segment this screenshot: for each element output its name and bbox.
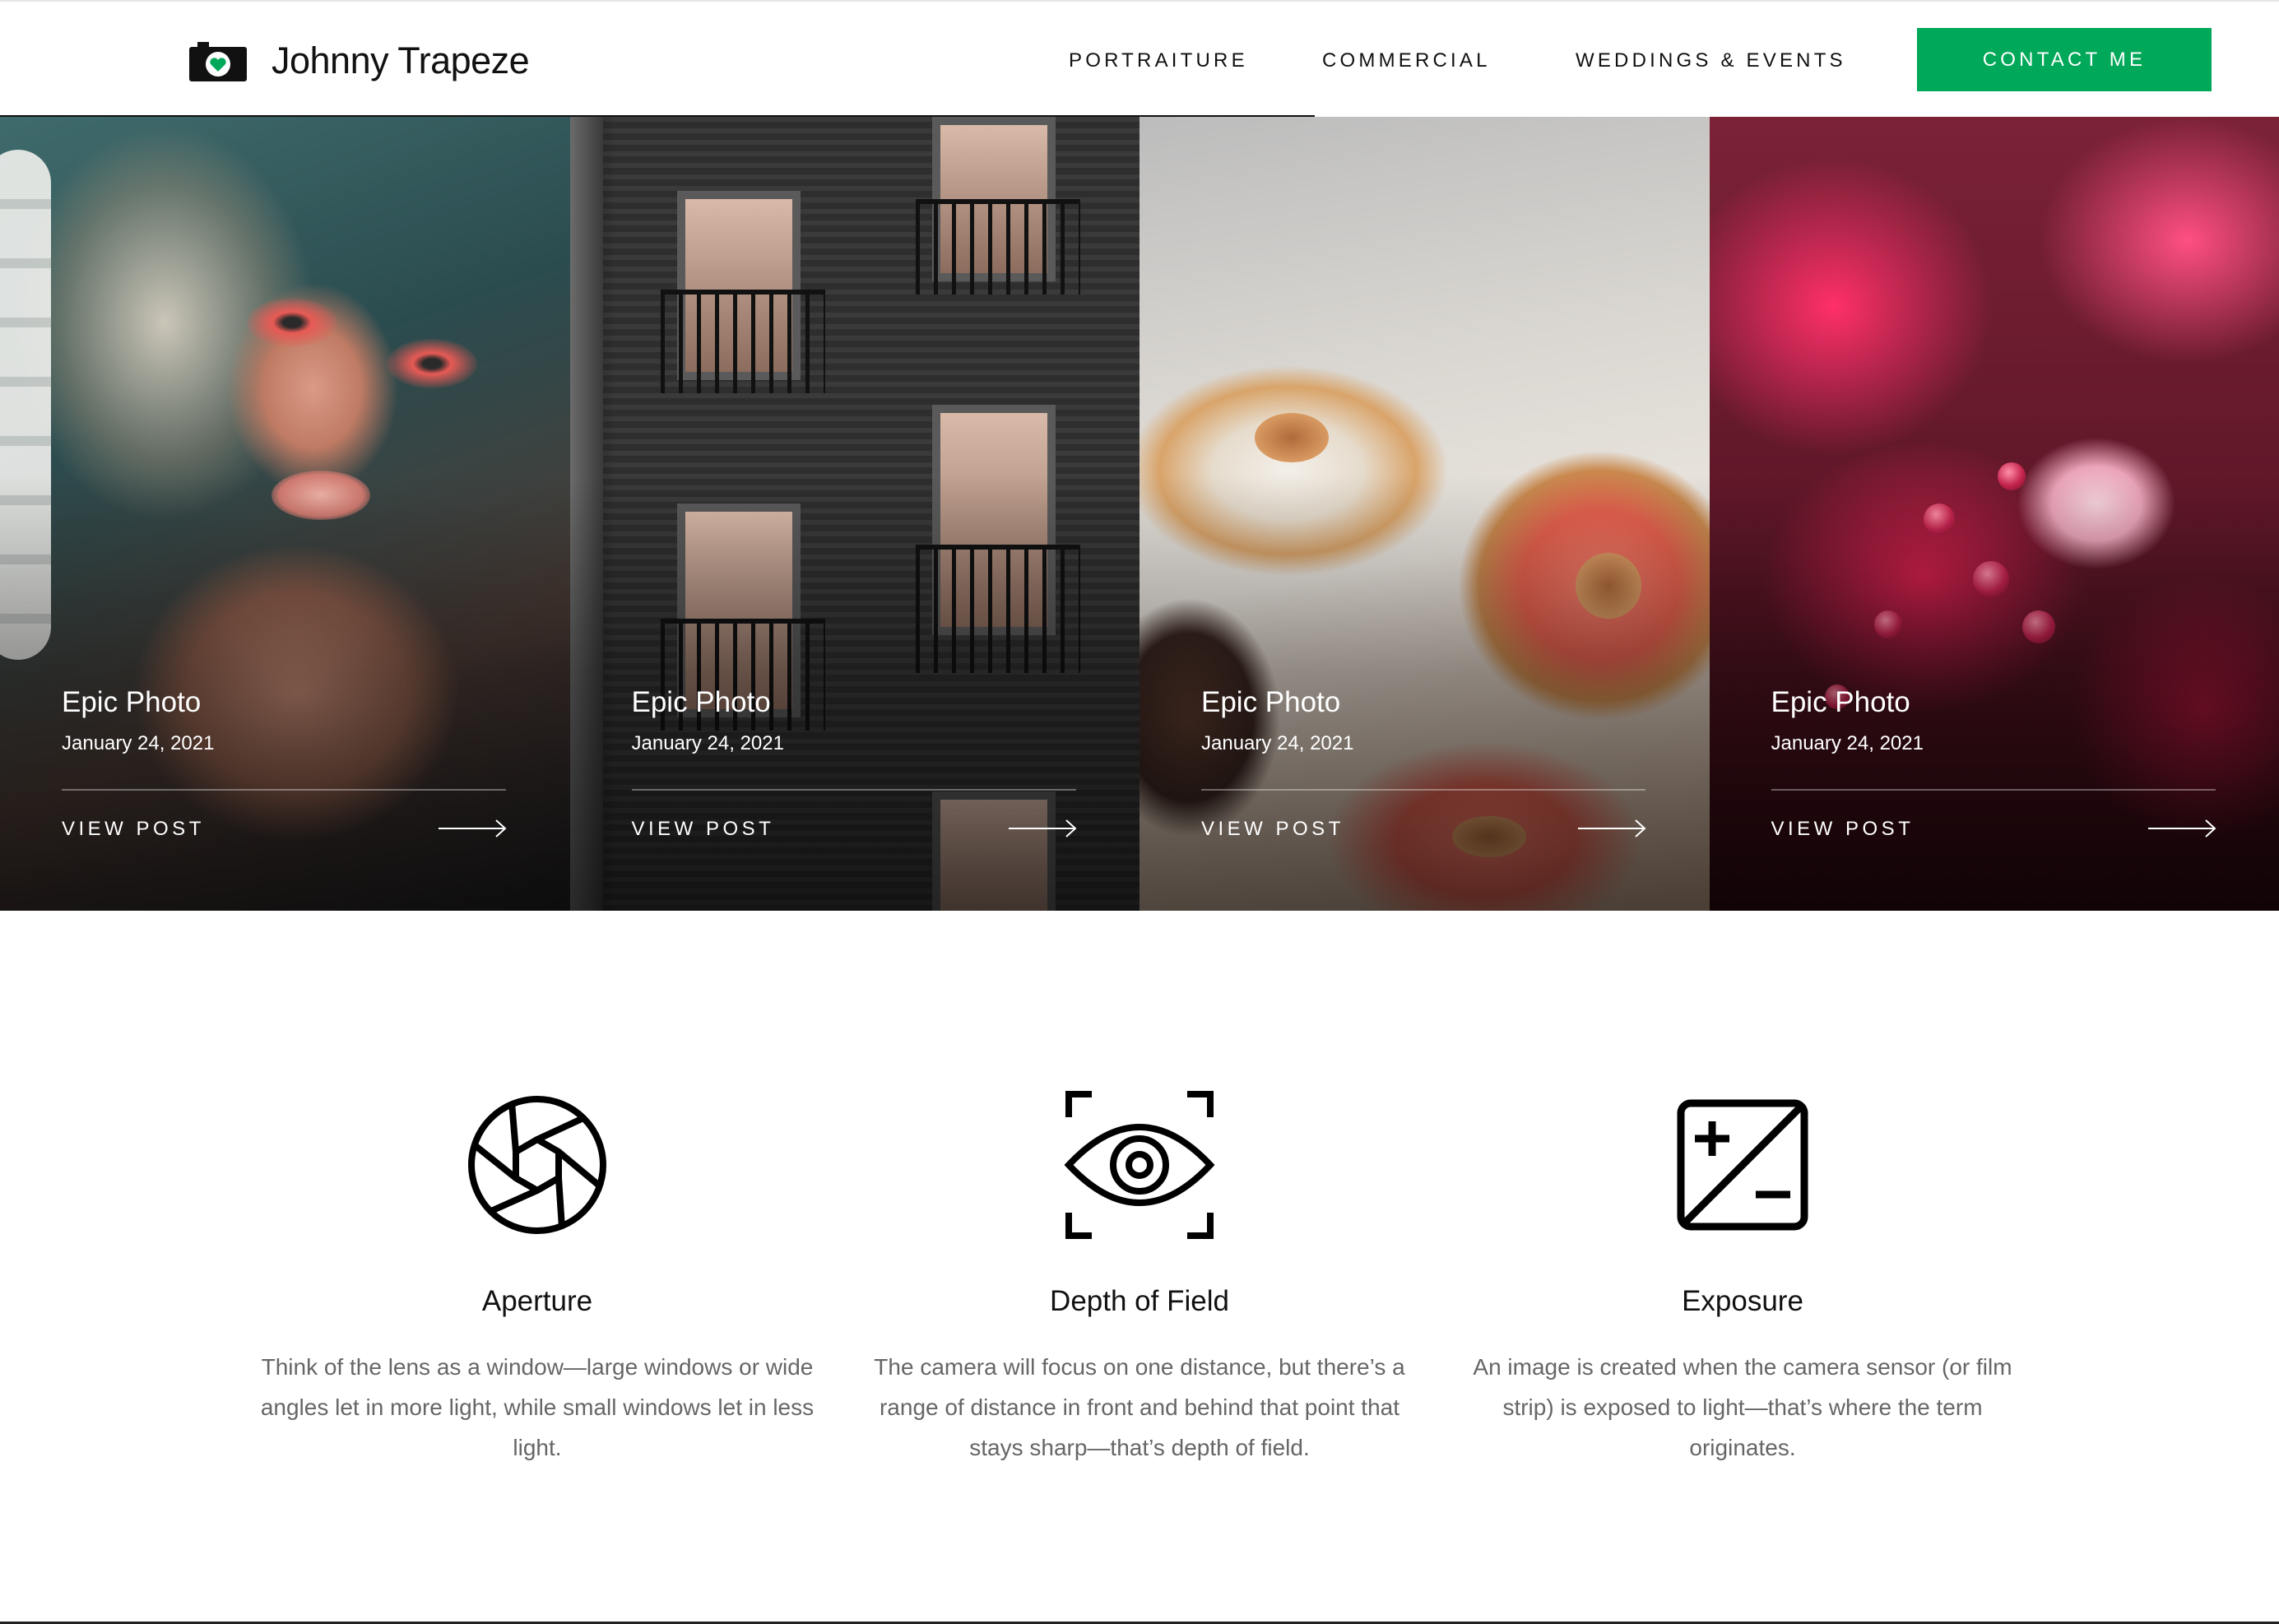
post-date: January 24, 2021: [1201, 732, 1354, 754]
divider: [62, 789, 506, 791]
arrow-right-icon[interactable]: [439, 819, 508, 838]
arrow-right-icon[interactable]: [2147, 819, 2217, 838]
feature-title: Depth of Field: [1050, 1285, 1229, 1317]
post-title[interactable]: Epic Photo: [1771, 686, 1910, 719]
view-post-link[interactable]: VIEW POST: [62, 818, 205, 841]
logo[interactable]: [189, 38, 247, 84]
feature-description: Think of the lens as a window—large wind…: [260, 1354, 815, 1460]
view-post-link[interactable]: VIEW POST: [632, 818, 775, 841]
arrow-right-icon[interactable]: [1008, 819, 1078, 838]
photo-gallery: Epic Photo January 24, 2021 VIEW POST Ep…: [0, 117, 2279, 911]
divider: [631, 789, 1076, 791]
arrow-right-icon[interactable]: [1578, 819, 1647, 838]
post-title[interactable]: Epic Photo: [62, 686, 201, 719]
divider: [1201, 789, 1645, 791]
aperture-icon: [468, 1096, 606, 1234]
post-card[interactable]: Epic Photo January 24, 2021 VIEW POST: [0, 117, 570, 911]
nav-portraiture[interactable]: PORTRAITURE: [1069, 49, 1248, 72]
camera-heart-icon: [189, 42, 247, 81]
feature-title: Aperture: [481, 1285, 593, 1317]
brand-name[interactable]: Johnny Trapeze: [272, 39, 530, 82]
post-date: January 24, 2021: [62, 732, 215, 754]
contact-me-button[interactable]: CONTACT ME: [1917, 28, 2212, 91]
post-date: January 24, 2021: [1771, 732, 1924, 754]
eye-focus-icon: [1064, 1091, 1215, 1239]
view-post-link[interactable]: VIEW POST: [1201, 818, 1344, 841]
post-title[interactable]: Epic Photo: [632, 686, 771, 719]
site-header: Johnny Trapeze PORTRAITURE COMMERCIAL WE…: [0, 0, 2279, 118]
exposure-icon: [1677, 1099, 1808, 1231]
feature-depth-of-field: Depth of Field The camera will focus on …: [852, 1091, 1427, 1460]
view-post-link[interactable]: VIEW POST: [1771, 818, 1915, 841]
post-card[interactable]: Epic Photo January 24, 2021 VIEW POST: [569, 117, 1140, 911]
divider: [1771, 789, 2216, 791]
feature-description: An image is created when the camera sens…: [1473, 1354, 2012, 1460]
nav-weddings-events[interactable]: WEDDINGS & EVENTS: [1576, 49, 1846, 72]
post-date: January 24, 2021: [631, 732, 784, 754]
feature-aperture: Aperture Think of the lens as a window—l…: [249, 1094, 825, 1460]
feature-exposure: Exposure An image is created when the ca…: [1455, 1094, 2031, 1460]
post-title[interactable]: Epic Photo: [1201, 686, 1340, 719]
post-card[interactable]: Epic Photo January 24, 2021 VIEW POST: [1709, 117, 2279, 911]
nav-commercial[interactable]: COMMERCIAL: [1322, 49, 1491, 72]
feature-description: The camera will focus on one distance, b…: [874, 1354, 1405, 1460]
post-card[interactable]: Epic Photo January 24, 2021 VIEW POST: [1140, 117, 1710, 911]
feature-title: Exposure: [1682, 1285, 1803, 1317]
